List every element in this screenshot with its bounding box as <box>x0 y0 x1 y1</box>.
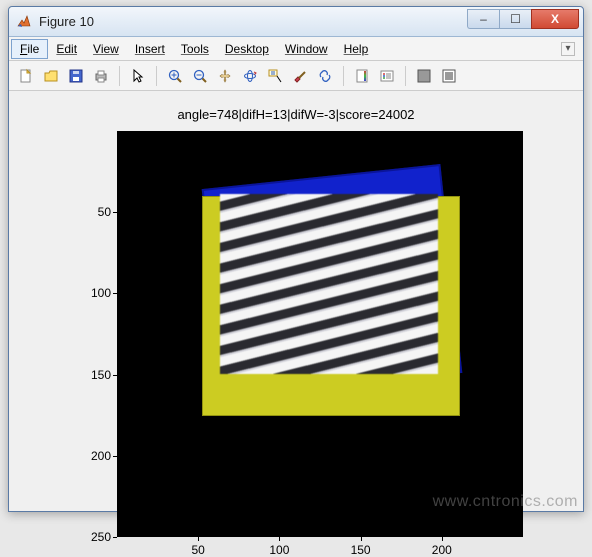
zoom-out-icon[interactable] <box>189 65 211 87</box>
xtick-label: 150 <box>351 543 371 557</box>
titlebar[interactable]: Figure 10 – ☐ X <box>9 7 583 37</box>
watermark: www.cntronics.com <box>433 493 578 511</box>
toolbar-sep <box>119 66 120 86</box>
xtick-label: 50 <box>192 543 205 557</box>
show-plot-icon[interactable] <box>438 65 460 87</box>
menu-desktop[interactable]: Desktop <box>217 40 277 58</box>
ytick-label: 150 <box>83 368 111 382</box>
save-icon[interactable] <box>65 65 87 87</box>
minimize-button[interactable]: – <box>467 9 499 29</box>
new-file-icon[interactable] <box>15 65 37 87</box>
window-title: Figure 10 <box>39 14 94 29</box>
ytick-label: 100 <box>83 286 111 300</box>
figure-window: Figure 10 – ☐ X File Edit View Insert To… <box>8 6 584 512</box>
menu-file[interactable]: File <box>11 39 48 59</box>
pointer-icon[interactable] <box>127 65 149 87</box>
striped-image <box>220 194 438 374</box>
zoom-in-icon[interactable] <box>164 65 186 87</box>
toolbar-sep <box>156 66 157 86</box>
ytick-label: 250 <box>83 530 111 544</box>
toolbar-sep <box>405 66 406 86</box>
menu-overflow-icon[interactable]: ▾ <box>561 42 575 56</box>
pan-icon[interactable] <box>214 65 236 87</box>
ytick-label: 50 <box>83 205 111 219</box>
maximize-button[interactable]: ☐ <box>499 9 531 29</box>
toolbar <box>9 61 583 91</box>
link-icon[interactable] <box>314 65 336 87</box>
close-button[interactable]: X <box>531 9 579 29</box>
menu-window[interactable]: Window <box>277 40 336 58</box>
open-file-icon[interactable] <box>40 65 62 87</box>
brush-icon[interactable] <box>289 65 311 87</box>
axes-title: angle=748|difH=13|difW=-3|score=24002 <box>9 107 583 122</box>
ytick-label: 200 <box>83 449 111 463</box>
window-controls: – ☐ X <box>467 14 579 29</box>
rotate3d-icon[interactable] <box>239 65 261 87</box>
menubar: File Edit View Insert Tools Desktop Wind… <box>9 37 583 61</box>
figure-canvas[interactable]: angle=748|difH=13|difW=-3|score=24002 50… <box>9 91 583 511</box>
xtick-label: 200 <box>432 543 452 557</box>
legend-icon[interactable] <box>376 65 398 87</box>
menu-insert[interactable]: Insert <box>127 40 173 58</box>
menu-edit[interactable]: Edit <box>48 40 85 58</box>
menu-tools[interactable]: Tools <box>173 40 217 58</box>
xtick-label: 100 <box>269 543 289 557</box>
print-icon[interactable] <box>90 65 112 87</box>
hide-plot-icon[interactable] <box>413 65 435 87</box>
axes[interactable]: 50 100 150 200 250 50 100 150 200 <box>117 131 523 537</box>
image-overlay <box>202 176 462 421</box>
data-cursor-icon[interactable] <box>264 65 286 87</box>
toolbar-sep <box>343 66 344 86</box>
menu-help[interactable]: Help <box>336 40 377 58</box>
colorbar-icon[interactable] <box>351 65 373 87</box>
matlab-icon <box>15 13 33 31</box>
menu-view[interactable]: View <box>85 40 127 58</box>
